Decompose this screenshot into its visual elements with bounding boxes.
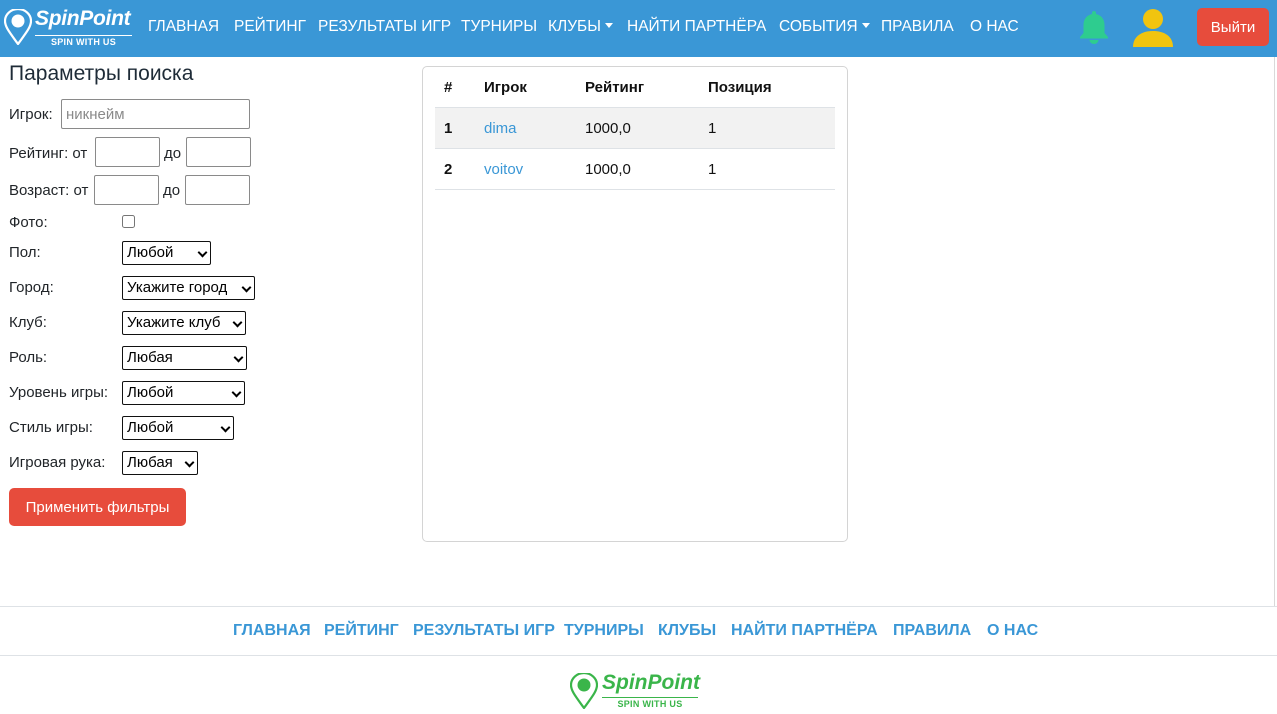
photo-label: Фото: — [9, 214, 48, 231]
brand-name: SpinPoint — [35, 7, 131, 30]
city-label: Город: — [9, 279, 54, 296]
rating-from-input[interactable] — [95, 137, 160, 167]
map-pin-ball-icon — [570, 673, 598, 709]
style-select[interactable]: Любой — [122, 416, 234, 440]
footer-link-rules[interactable]: ПРАВИЛА — [893, 622, 971, 640]
page-divider — [1274, 57, 1275, 607]
caret-down-icon — [861, 23, 870, 28]
level-select[interactable]: Любой — [122, 381, 245, 405]
table-row: 2 voitov 1000,0 1 — [435, 148, 835, 189]
level-select-value: Любой — [127, 384, 174, 401]
table-bottom-border — [435, 189, 835, 190]
age-to-input[interactable] — [185, 175, 250, 205]
footer-link-rating[interactable]: РЕЙТИНГ — [324, 622, 399, 640]
table-row: 1 dima 1000,0 1 — [435, 107, 835, 148]
club-select-value: Укажите клуб — [127, 314, 221, 331]
select-arrow-icon — [232, 317, 243, 328]
photo-checkbox[interactable] — [122, 215, 135, 228]
footer-link-home[interactable]: ГЛАВНАЯ — [233, 622, 311, 640]
footer-link-find-partner[interactable]: НАЙТИ ПАРТНЁРА — [731, 622, 878, 640]
spinpoint-logo[interactable]: SpinPoint SPIN WITH US — [4, 7, 134, 47]
select-arrow-icon — [233, 352, 244, 363]
city-select[interactable]: Укажите город — [122, 276, 255, 300]
age-from-label: Возраст: от — [9, 182, 89, 199]
select-arrow-icon — [231, 387, 242, 398]
hand-select[interactable]: Любая — [122, 451, 198, 475]
rating-to-label: до — [164, 145, 182, 162]
caret-down-icon — [604, 23, 613, 28]
brand-tagline: SPIN WITH US — [35, 35, 132, 47]
column-header-position: Позиция — [708, 79, 772, 96]
nav-item-clubs[interactable]: КЛУБЫ — [548, 18, 613, 36]
map-pin-ball-icon — [4, 9, 32, 45]
footer-link-tournaments[interactable]: ТУРНИРЫ — [564, 622, 644, 640]
nav-item-game-results[interactable]: РЕЗУЛЬТАТЫ ИГР — [318, 18, 451, 36]
gender-select-value: Любой — [127, 244, 174, 261]
rating-from-label: Рейтинг: от — [9, 145, 88, 162]
row-number: 1 — [444, 120, 453, 137]
hand-select-value: Любая — [127, 454, 173, 471]
select-arrow-icon — [197, 247, 208, 258]
footer-brand-name: SpinPoint — [602, 671, 700, 694]
column-header-rating: Рейтинг — [585, 79, 645, 96]
bell-icon[interactable] — [1078, 9, 1110, 45]
level-label: Уровень игры: — [9, 384, 109, 401]
nav-item-home[interactable]: ГЛАВНАЯ — [148, 18, 219, 36]
player-link[interactable]: voitov — [484, 161, 523, 178]
row-number: 2 — [444, 161, 453, 178]
city-select-value: Укажите город — [127, 279, 228, 296]
footer-link-clubs[interactable]: КЛУБЫ — [658, 622, 716, 640]
nav-item-about[interactable]: О НАС — [970, 18, 1019, 36]
footer-brand-tagline: SPIN WITH US — [602, 697, 698, 709]
rating-to-input[interactable] — [186, 137, 251, 167]
logout-button[interactable]: Выйти — [1197, 8, 1269, 46]
age-to-label: до — [163, 182, 181, 199]
club-label: Клуб: — [9, 314, 47, 331]
select-arrow-icon — [184, 457, 195, 468]
footer-link-about[interactable]: О НАС — [987, 622, 1038, 640]
nav-item-events[interactable]: СОБЫТИЯ — [779, 18, 870, 36]
nav-item-find-partner[interactable]: НАЙТИ ПАРТНЁРА — [627, 18, 766, 36]
footer-top-divider — [0, 606, 1277, 607]
player-link[interactable]: dima — [484, 120, 517, 137]
age-from-input[interactable] — [94, 175, 159, 205]
player-label: Игрок: — [9, 106, 53, 123]
nav-item-rating[interactable]: РЕЙТИНГ — [234, 18, 306, 36]
role-select[interactable]: Любая — [122, 346, 247, 370]
filter-title: Параметры поиска — [9, 62, 194, 85]
player-position: 1 — [708, 120, 717, 137]
club-select[interactable]: Укажите клуб — [122, 311, 246, 335]
select-arrow-icon — [220, 422, 231, 433]
footer-bottom-divider — [0, 655, 1277, 656]
user-icon[interactable] — [1131, 6, 1175, 50]
style-label: Стиль игры: — [9, 419, 93, 436]
nav-item-rules[interactable]: ПРАВИЛА — [881, 18, 954, 36]
player-rating: 1000,0 — [585, 161, 631, 178]
select-arrow-icon — [241, 282, 252, 293]
footer-logo[interactable]: SpinPoint SPIN WITH US — [570, 671, 700, 711]
footer-link-game-results[interactable]: РЕЗУЛЬТАТЫ ИГР — [413, 622, 555, 640]
hand-label: Игровая рука: — [9, 454, 106, 471]
player-rating: 1000,0 — [585, 120, 631, 137]
top-navbar: SpinPoint SPIN WITH US ГЛАВНАЯ РЕЙТИНГ Р… — [0, 0, 1277, 57]
apply-filters-button[interactable]: Применить фильтры — [9, 488, 186, 526]
column-header-num: # — [444, 79, 453, 96]
role-label: Роль: — [9, 349, 48, 366]
style-select-value: Любой — [127, 419, 174, 436]
gender-select[interactable]: Любой — [122, 241, 211, 265]
player-search-input[interactable] — [61, 99, 250, 129]
nav-item-tournaments[interactable]: ТУРНИРЫ — [461, 18, 537, 36]
role-select-value: Любая — [127, 349, 173, 366]
player-position: 1 — [708, 161, 717, 178]
column-header-player: Игрок — [484, 79, 527, 96]
gender-label: Пол: — [9, 244, 41, 261]
